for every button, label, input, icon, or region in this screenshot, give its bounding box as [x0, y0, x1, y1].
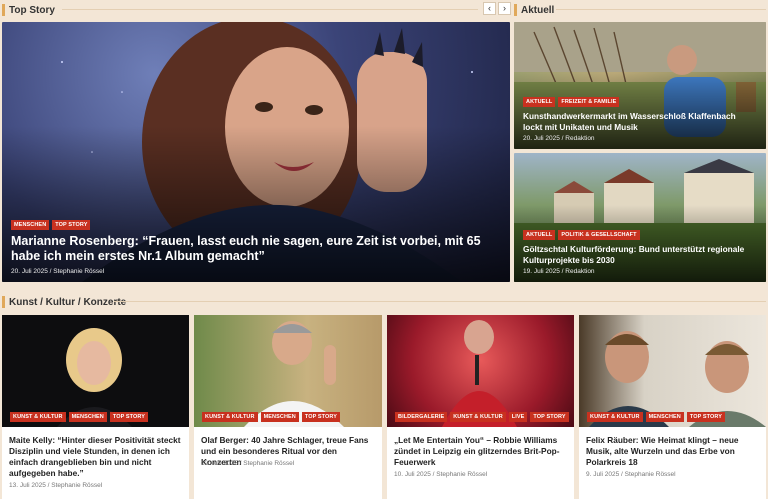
tag-menschen[interactable]: MENSCHEN [645, 412, 684, 422]
aktuell-meta: 20. Juli 2025 / Redaktion [523, 135, 595, 142]
top-story-card[interactable]: MENSCHEN TOP STORY Marianne Rosenberg: “… [2, 22, 510, 282]
tag-menschen[interactable]: MENSCHEN [68, 412, 107, 422]
aktuell-card[interactable]: AKTUELL FREIZEIT & FAMILIE Kunsthandwerk… [514, 22, 766, 149]
tag-politik-gesellschaft[interactable]: POLITIK & GESELLSCHAFT [558, 230, 640, 241]
tag-freizeit-familie[interactable]: FREIZEIT & FAMILIE [558, 97, 620, 108]
aktuell-title[interactable]: Kunsthandwerkermarkt im Wasserschloß Kla… [523, 111, 757, 132]
tag-aktuell[interactable]: AKTUELL [523, 97, 556, 108]
tag-menschen[interactable]: MENSCHEN [11, 219, 50, 230]
section-divider [114, 301, 766, 302]
article-meta: 9. Juli 2025 / Stephanie Rössel [586, 471, 676, 478]
tag-bildergalerie[interactable]: BILDERGALERIE [395, 412, 448, 422]
aktuell-meta: 19. Juli 2025 / Redaktion [523, 268, 595, 275]
tag-top-story[interactable]: TOP STORY [52, 219, 91, 230]
top-story-meta: 20. Juli 2025 / Stephanie Rössel [11, 268, 105, 275]
tag-top-story[interactable]: TOP STORY [530, 412, 569, 422]
aktuell-title[interactable]: Göltzschtal Kulturförderung: Bund unters… [523, 244, 757, 265]
aktuell-card[interactable]: AKTUELL POLITIK & GESELLSCHAFT Göltzscht… [514, 153, 766, 282]
article-title[interactable]: Maite Kelly: “Hinter dieser Positivität … [9, 435, 184, 479]
tag-top-story[interactable]: TOP STORY [301, 412, 341, 422]
tag-aktuell[interactable]: AKTUELL [523, 230, 556, 241]
article-image [244, 321, 344, 427]
article-meta: 12. Juli 2025 / Stephanie Rössel [201, 460, 295, 467]
tag-kunst-kultur[interactable]: KUNST & KULTUR [587, 412, 643, 422]
tag-top-story[interactable]: TOP STORY [109, 412, 149, 422]
section-divider [62, 9, 478, 10]
tag-kunst-kultur[interactable]: KUNST & KULTUR [450, 412, 506, 422]
tag-kunst-kultur[interactable]: KUNST & KULTUR [202, 412, 258, 422]
aktuell-heading: Aktuell [514, 1, 554, 19]
tag-live[interactable]: LIVE [508, 412, 528, 422]
article-image [442, 320, 517, 427]
top-story-caption: MENSCHEN TOP STORY Marianne Rosenberg: “… [11, 219, 501, 275]
tag-list: MENSCHEN TOP STORY [11, 219, 501, 230]
article-meta: 13. Juli 2025 / Stephanie Rössel [9, 482, 103, 489]
top-story-title[interactable]: Marianne Rosenberg: “Frauen, lasst euch … [11, 234, 501, 265]
slider-nav: ‹ › [483, 2, 511, 15]
article-meta: 10. Juli 2025 / Stephanie Rössel [394, 471, 488, 478]
tag-top-story[interactable]: TOP STORY [686, 412, 726, 422]
tag-kunst-kultur[interactable]: KUNST & KULTUR [10, 412, 66, 422]
article-card[interactable]: KUNST & KULTUR MENSCHEN TOP STORY Felix … [579, 315, 766, 499]
article-card[interactable]: KUNST & KULTUR MENSCHEN TOP STORY Maite … [2, 315, 189, 499]
article-title[interactable]: „Let Me Entertain You“ – Robbie Williams… [394, 435, 569, 468]
article-card[interactable]: KUNST & KULTUR MENSCHEN TOP STORY Olaf B… [194, 315, 382, 499]
article-image [57, 328, 132, 427]
aktuell-caption: AKTUELL FREIZEIT & FAMILIE Kunsthandwerk… [523, 97, 757, 142]
chevron-right-icon[interactable]: › [498, 2, 511, 15]
aktuell-caption: AKTUELL POLITIK & GESELLSCHAFT Göltzscht… [523, 230, 757, 275]
section-divider [556, 9, 766, 10]
kultur-heading: Kunst / Kultur / Konzerte [2, 293, 126, 311]
article-title[interactable]: Felix Räuber: Wie Heimat klingt – neue M… [586, 435, 761, 468]
top-story-heading: Top Story [2, 1, 55, 19]
article-card[interactable]: BILDERGALERIE KUNST & KULTUR LIVE TOP ST… [387, 315, 574, 499]
chevron-left-icon[interactable]: ‹ [483, 2, 496, 15]
article-image [589, 331, 766, 427]
tag-menschen[interactable]: MENSCHEN [260, 412, 299, 422]
